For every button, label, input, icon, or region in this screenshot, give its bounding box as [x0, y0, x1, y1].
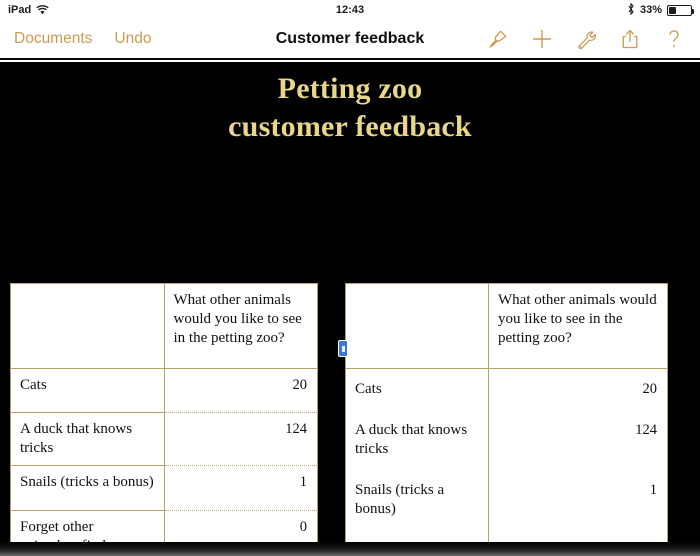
table-corner-cell[interactable] [346, 284, 489, 369]
plus-icon[interactable] [530, 27, 554, 51]
row-value[interactable]: 124 [164, 413, 317, 466]
row-label[interactable]: Cats [346, 369, 489, 410]
question-mark-icon[interactable] [662, 27, 686, 51]
table-row[interactable]: Cats 20 [346, 369, 667, 410]
table-row[interactable]: A duck that knows tricks 124 [346, 410, 667, 470]
slide-title-line-2: customer feedback [228, 110, 472, 143]
document-title-toolbar: Customer feedback [275, 30, 425, 47]
row-label[interactable]: Snails (tricks a bonus) [11, 466, 165, 511]
row-value[interactable]: 0 [489, 530, 667, 556]
row-label[interactable]: Snails (tricks a bonus) [346, 470, 489, 530]
app-toolbar: Documents Undo Customer feedback [0, 20, 700, 60]
status-bar-right: 33% [492, 2, 694, 18]
slide-title[interactable]: Petting zoo customer feedback [0, 70, 700, 146]
documents-button[interactable]: Documents [14, 30, 92, 48]
row-value[interactable]: 1 [489, 470, 667, 530]
table-left[interactable]: What other animals would you like to see… [10, 283, 318, 556]
row-value[interactable]: 20 [164, 369, 317, 413]
row-label[interactable]: A duck that knows tricks [11, 413, 165, 466]
row-value[interactable]: 124 [489, 410, 667, 470]
table-right[interactable]: What other animals would you like to see… [345, 283, 668, 556]
undo-button[interactable]: Undo [114, 30, 151, 48]
row-label[interactable]: Forget other animals....find more squirr… [346, 530, 489, 556]
table-header-row: What other animals would you like to see… [11, 284, 317, 369]
row-value[interactable]: 1 [164, 466, 317, 511]
table-row[interactable]: Cats 20 [11, 369, 317, 413]
toolbar-left-group: Documents Undo [0, 30, 230, 48]
selection-handle[interactable] [338, 340, 348, 357]
device-name: iPad [8, 4, 32, 16]
row-value[interactable]: 0 [165, 511, 318, 556]
table-row[interactable]: Snails (tricks a bonus) 1 [346, 470, 667, 530]
table-header-question[interactable]: What other animals would you like to see… [489, 284, 667, 369]
share-icon[interactable] [618, 27, 642, 51]
battery-percent: 33% [639, 4, 662, 16]
status-bar: iPad 12:43 33% [0, 0, 700, 20]
table-row[interactable]: Forget other animals....find more squirr… [346, 530, 667, 556]
table-header-row: What other animals would you like to see… [346, 284, 667, 369]
row-label[interactable]: Forget other animals....find more squirr… [11, 511, 165, 556]
document-canvas[interactable]: Petting zoo customer feedback What other… [0, 62, 700, 556]
status-bar-left: iPad [8, 4, 208, 16]
row-value[interactable]: 20 [489, 369, 667, 410]
wrench-icon[interactable] [574, 27, 598, 51]
battery-icon [667, 4, 694, 16]
row-label[interactable]: A duck that knows tricks [346, 410, 489, 470]
table-row[interactable]: Snails (tricks a bonus) 1 [11, 466, 317, 511]
table-row[interactable]: A duck that knows tricks 124 [11, 413, 317, 466]
toolbar-right-group [470, 27, 700, 51]
format-brush-icon[interactable] [486, 27, 510, 51]
table-row[interactable]: Forget other animals....find more squirr… [11, 511, 317, 556]
status-bar-clock: 12:43 [335, 4, 365, 16]
bluetooth-icon [627, 2, 635, 18]
table-header-question[interactable]: What other animals would you like to see… [164, 284, 317, 369]
slide-title-line-1: Petting zoo [277, 72, 423, 105]
wifi-icon [36, 5, 49, 15]
ipad-screen: iPad 12:43 33% Documents Undo Customer f… [0, 0, 700, 556]
table-corner-cell[interactable] [11, 284, 165, 369]
row-label[interactable]: Cats [11, 369, 165, 413]
